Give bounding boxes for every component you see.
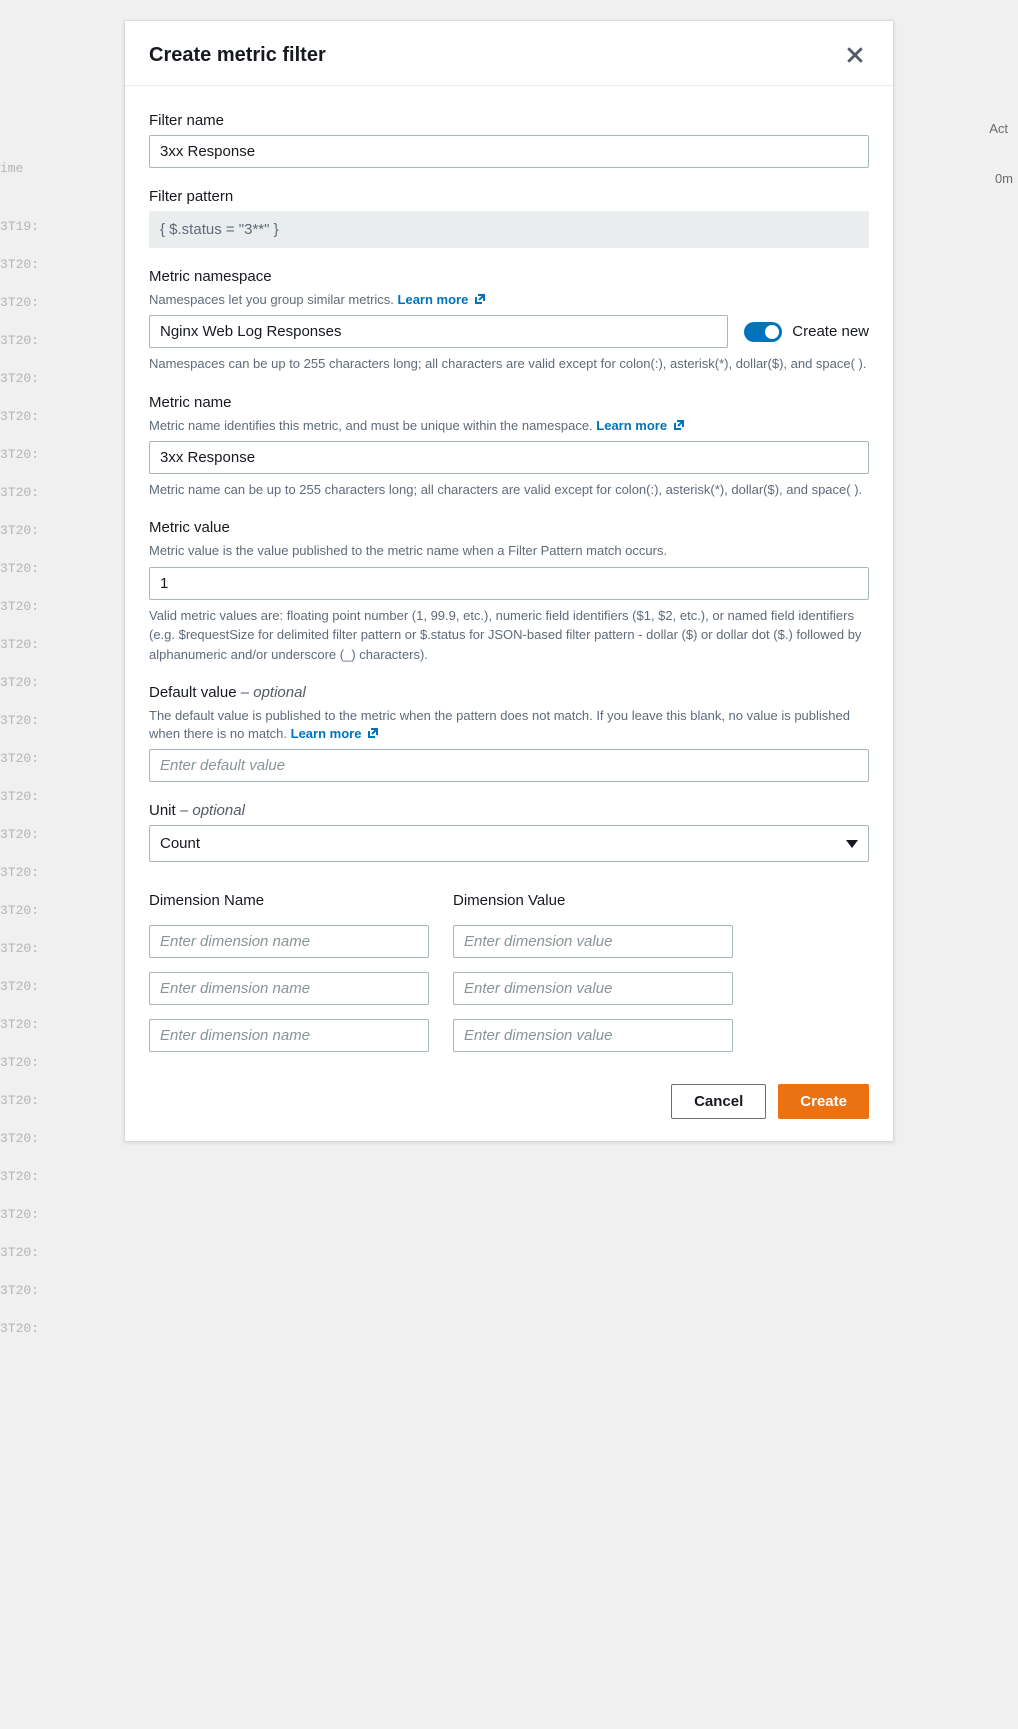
- metric-value-field: Metric value Metric value is the value p…: [149, 517, 869, 664]
- metric-namespace-field: Metric namespace Namespaces let you grou…: [149, 266, 869, 374]
- dimension-value-header: Dimension Value: [453, 890, 733, 911]
- filter-pattern-value: { $.status = "3**" }: [149, 211, 869, 248]
- metric-value-input[interactable]: [149, 567, 869, 600]
- dimension-name-header: Dimension Name: [149, 890, 429, 911]
- dimension-name-input[interactable]: [149, 1019, 429, 1052]
- metric-name-hint-below: Metric name can be up to 255 characters …: [149, 480, 869, 500]
- modal-footer: Cancel Create: [125, 1066, 893, 1141]
- filter-pattern-field: Filter pattern { $.status = "3**" }: [149, 186, 869, 248]
- bg-log-row: 3T20:: [0, 1158, 1018, 1196]
- external-link-icon: [474, 293, 486, 305]
- unit-label: Unit – optional: [149, 800, 869, 821]
- create-metric-filter-modal: Create metric filter Filter name Filter …: [124, 20, 894, 1142]
- default-value-label: Default value – optional: [149, 682, 869, 703]
- filter-name-input[interactable]: [149, 135, 869, 168]
- create-new-toggle[interactable]: [744, 322, 782, 342]
- metric-name-hint: Metric name identifies this metric, and …: [149, 417, 869, 435]
- close-button[interactable]: [841, 41, 869, 69]
- close-icon: [846, 46, 864, 64]
- modal-body: Filter name Filter pattern { $.status = …: [125, 86, 893, 1066]
- metric-name-field: Metric name Metric name identifies this …: [149, 392, 869, 500]
- dimension-name-column: Dimension Name: [149, 890, 429, 1066]
- create-button[interactable]: Create: [778, 1084, 869, 1119]
- namespace-learn-more-link[interactable]: Learn more: [398, 292, 486, 307]
- external-link-icon: [367, 727, 379, 739]
- default-value-hint: The default value is published to the me…: [149, 707, 869, 743]
- cancel-button[interactable]: Cancel: [671, 1084, 766, 1119]
- unit-field: Unit – optional Count: [149, 800, 869, 862]
- metric-value-hint-below: Valid metric values are: floating point …: [149, 606, 869, 665]
- dimension-value-input[interactable]: [453, 1019, 733, 1052]
- bg-log-row: 3T20:: [0, 1234, 1018, 1272]
- bg-log-row: 3T20:: [0, 1272, 1018, 1310]
- metric-namespace-input[interactable]: [149, 315, 728, 348]
- metric-namespace-hint: Namespaces let you group similar metrics…: [149, 291, 869, 309]
- bg-header-0m: 0m: [995, 160, 1013, 198]
- modal-header: Create metric filter: [125, 21, 893, 86]
- dimensions-section: Dimension Name Dimension Value: [149, 890, 869, 1066]
- filter-pattern-label: Filter pattern: [149, 186, 869, 207]
- external-link-icon: [673, 419, 685, 431]
- dimension-value-input[interactable]: [453, 925, 733, 958]
- metric-name-label: Metric name: [149, 392, 869, 413]
- dimension-value-column: Dimension Value: [453, 890, 733, 1066]
- metric-name-input[interactable]: [149, 441, 869, 474]
- dimension-name-input[interactable]: [149, 925, 429, 958]
- unit-select-value: Count: [160, 833, 200, 854]
- bg-log-row: 3T20:: [0, 1310, 1018, 1348]
- dimension-name-input[interactable]: [149, 972, 429, 1005]
- modal-title: Create metric filter: [149, 41, 326, 69]
- create-new-toggle-label: Create new: [792, 321, 869, 342]
- metric-namespace-label: Metric namespace: [149, 266, 869, 287]
- metric-namespace-hint-below: Namespaces can be up to 255 characters l…: [149, 354, 869, 374]
- filter-name-field: Filter name: [149, 110, 869, 168]
- dimension-value-input[interactable]: [453, 972, 733, 1005]
- metric-value-hint: Metric value is the value published to t…: [149, 542, 869, 560]
- default-value-learn-more-link[interactable]: Learn more: [291, 726, 379, 741]
- unit-select[interactable]: Count: [149, 825, 869, 862]
- bg-header-actions: Act: [989, 110, 1008, 148]
- chevron-down-icon: [846, 840, 858, 848]
- bg-log-row: 3T20:: [0, 1196, 1018, 1234]
- create-new-toggle-wrap: Create new: [744, 321, 869, 342]
- filter-name-label: Filter name: [149, 110, 869, 131]
- metric-value-label: Metric value: [149, 517, 869, 538]
- metric-name-learn-more-link[interactable]: Learn more: [596, 418, 684, 433]
- default-value-input[interactable]: [149, 749, 869, 782]
- default-value-field: Default value – optional The default val…: [149, 682, 869, 782]
